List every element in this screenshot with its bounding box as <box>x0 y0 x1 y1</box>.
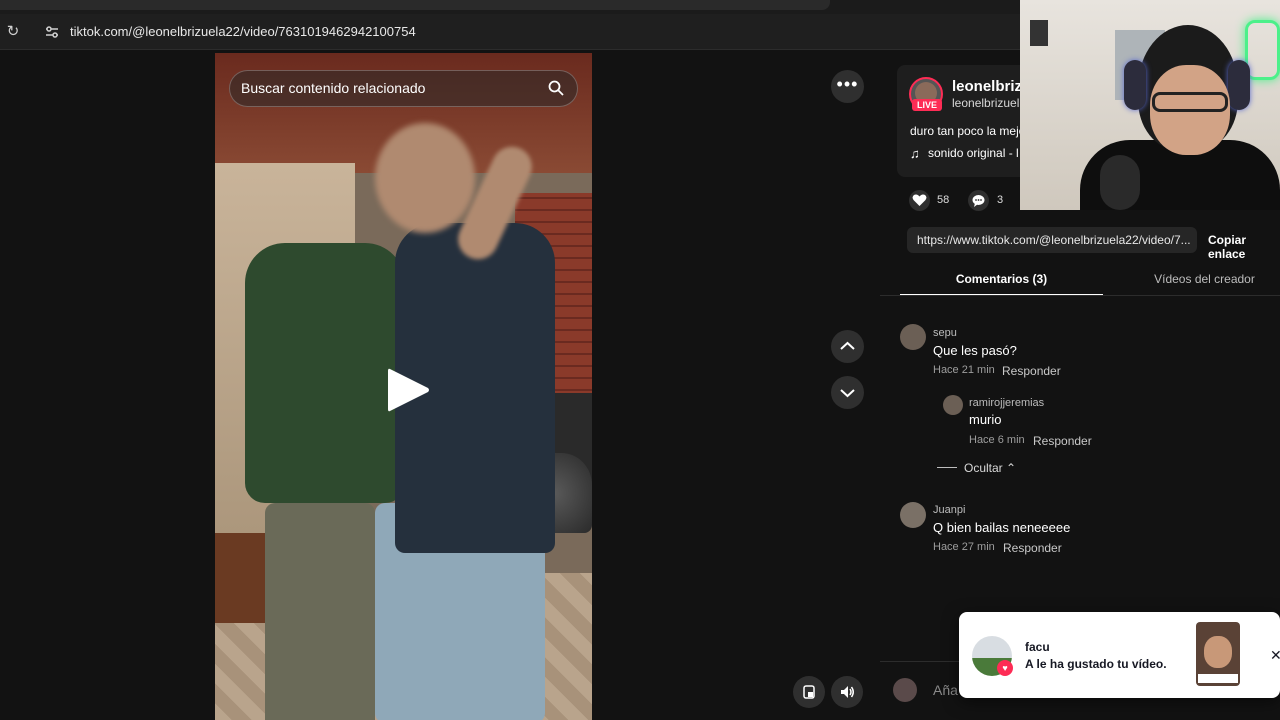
share-link-text[interactable]: https://www.tiktok.com/@leonelbrizuela22… <box>917 233 1191 247</box>
hide-replies-line <box>937 467 957 468</box>
notification-text: A le ha gustado tu vídeo. <box>1025 657 1167 671</box>
webcam-person-glasses <box>1152 92 1228 112</box>
reload-icon[interactable]: ↻ <box>5 24 21 40</box>
search-icon[interactable] <box>547 79 565 97</box>
hide-replies-label: Ocultar <box>964 461 1003 475</box>
chevron-down-icon <box>840 389 855 398</box>
music-icon: ♫ <box>910 146 920 161</box>
person-head <box>375 123 475 233</box>
tab-comments[interactable]: Comentarios (3) <box>900 265 1103 296</box>
volume-icon[interactable] <box>831 676 863 708</box>
copy-link-button[interactable]: Copiar enlace <box>1208 233 1280 261</box>
reply-reply-button[interactable]: Responder <box>1033 434 1092 448</box>
play-icon[interactable] <box>384 365 432 415</box>
current-user-avatar <box>893 678 917 702</box>
comment-button[interactable] <box>968 190 989 211</box>
webcam-overlay <box>1020 0 1280 210</box>
comment-username[interactable]: Juanpi <box>933 504 965 516</box>
like-count: 58 <box>937 194 950 206</box>
headphones-icon <box>1124 60 1146 110</box>
chevron-up-icon <box>840 341 855 350</box>
comment-reply-button[interactable]: Responder <box>1002 364 1061 378</box>
notification-video-thumbnail[interactable] <box>1196 622 1240 686</box>
add-comment-input[interactable]: Aña <box>933 682 958 698</box>
browser-tab[interactable] <box>0 0 830 10</box>
creator-name[interactable]: leonelbriz <box>952 78 1022 95</box>
reply-time: Hace 6 min <box>969 434 1025 446</box>
microphone-icon <box>1100 155 1140 210</box>
headphones-icon <box>1228 60 1250 110</box>
video-description: duro tan poco la mejo <box>910 124 1026 138</box>
comment-time: Hace 27 min <box>933 541 995 553</box>
previous-video-button[interactable] <box>831 330 864 363</box>
floating-player-icon[interactable] <box>793 676 825 708</box>
live-badge: LIVE <box>912 99 942 111</box>
webcam-wall-poster <box>1030 20 1048 46</box>
video-person-right <box>335 123 555 720</box>
music-link[interactable]: sonido original - l <box>928 146 1019 160</box>
comment-time: Hace 21 min <box>933 364 995 376</box>
comment-count: 3 <box>997 194 1004 206</box>
tab-creator-videos[interactable]: Vídeos del creador <box>1103 265 1280 296</box>
reply-username[interactable]: ramirojjeremias <box>969 397 1044 409</box>
like-button[interactable] <box>909 190 930 211</box>
more-options-button[interactable]: ••• <box>831 70 864 103</box>
heart-icon: ♥ <box>997 660 1013 676</box>
comment-icon <box>972 195 985 207</box>
notification-username: facu <box>1025 640 1050 654</box>
next-video-button[interactable] <box>831 376 864 409</box>
site-info-icon[interactable] <box>44 24 60 40</box>
url-text[interactable]: tiktok.com/@leonelbrizuela22/video/76310… <box>70 24 416 40</box>
related-search-placeholder: Buscar contenido relacionado <box>241 80 426 96</box>
comment-text: Que les pasó? <box>933 343 1017 358</box>
comment-username[interactable]: sepu <box>933 327 957 339</box>
heart-icon <box>912 194 927 206</box>
tab-divider <box>880 295 1280 296</box>
comment-avatar[interactable] <box>900 502 926 528</box>
creator-handle[interactable]: leonelbrizuel <box>952 96 1019 110</box>
chevron-up-icon: ⌃ <box>1006 461 1017 475</box>
comment-text: Q bien bailas neneeeee <box>933 520 1071 535</box>
reply-text: murio <box>969 412 1002 427</box>
comment-reply-button[interactable]: Responder <box>1003 541 1062 555</box>
reply-avatar[interactable] <box>943 395 963 415</box>
webcam-neon-sign <box>1245 20 1280 80</box>
comment-avatar[interactable] <box>900 324 926 350</box>
close-icon[interactable]: ✕ <box>1270 647 1280 664</box>
hide-replies-button[interactable]: Ocultar ⌃ <box>964 461 1016 475</box>
